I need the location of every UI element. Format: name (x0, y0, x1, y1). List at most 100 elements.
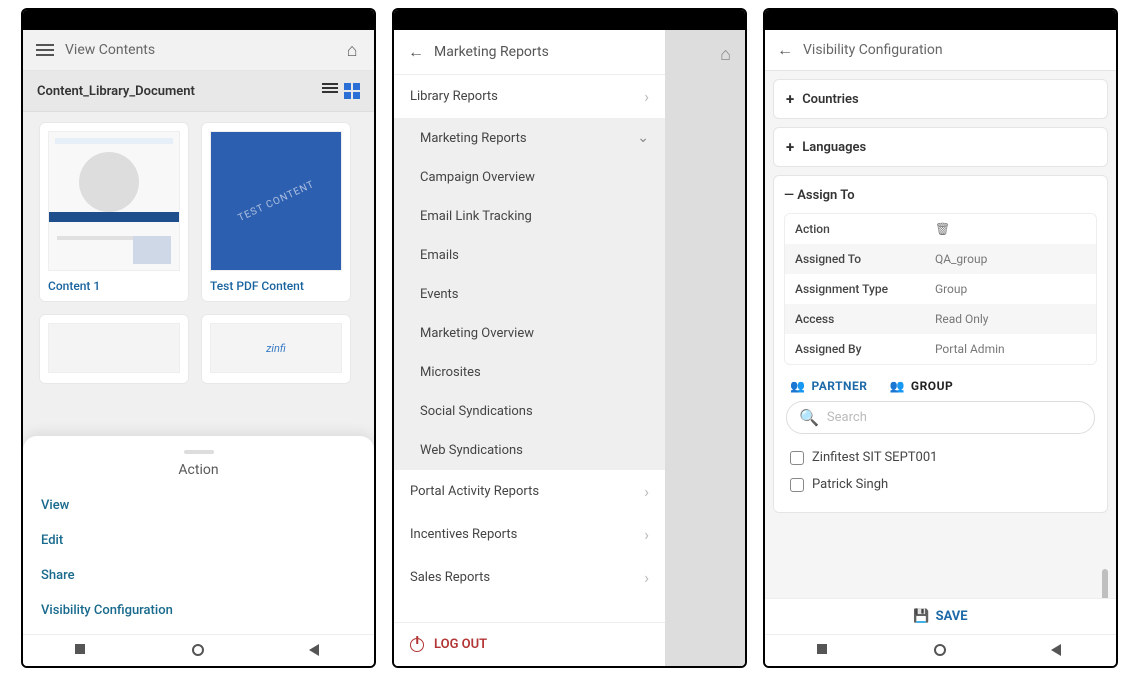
table-row: Assigned ByPortal Admin (785, 334, 1096, 364)
row-label: Assigned To (785, 244, 925, 274)
menu-item-microsites[interactable]: Microsites (394, 353, 665, 392)
search-placeholder: Search (827, 410, 867, 425)
nav-drawer: Marketing Reports Library Reports Market… (394, 30, 665, 666)
tab-partner[interactable]: 👥PARTNER (790, 379, 867, 393)
section-title: Content_Library_Document (37, 84, 195, 99)
status-bar (394, 10, 745, 30)
search-input[interactable]: 🔍 Search (786, 401, 1095, 434)
card-thumbnail: zinfi (210, 323, 342, 373)
nav-home[interactable] (934, 644, 948, 658)
android-navbar (765, 634, 1116, 666)
delete-icon[interactable]: 🗑 (925, 214, 1096, 244)
card-caption: Test PDF Content (210, 279, 342, 293)
sheet-grabber[interactable] (184, 450, 214, 454)
table-row: Assignment TypeGroup (785, 274, 1096, 304)
menu-item-campaign-overview[interactable]: Campaign Overview (394, 158, 665, 197)
card-thumbnail: TEST CONTENT (210, 131, 342, 271)
header: View Contents (23, 30, 374, 71)
save-button[interactable]: 💾 SAVE (765, 598, 1116, 634)
logout-label: LOG OUT (434, 637, 487, 652)
grid-view-icon[interactable] (344, 83, 360, 99)
list-item[interactable]: Zinfitest SIT SEPT001 (790, 444, 1091, 471)
card-thumbnail (48, 131, 180, 271)
table-row: Assigned ToQA_group (785, 244, 1096, 274)
content-card[interactable] (39, 314, 189, 384)
page-title: View Contents (55, 42, 342, 58)
cards-grid: Content 1 TEST CONTENT Test PDF Content … (23, 112, 374, 394)
content-card[interactable]: zinfi (201, 314, 351, 384)
content-card[interactable]: Content 1 (39, 122, 189, 302)
table-row: AccessRead Only (785, 304, 1096, 334)
partner-name: Zinfitest SIT SEPT001 (812, 450, 937, 465)
status-bar (765, 10, 1116, 30)
menu-button[interactable] (35, 40, 55, 60)
section-header: Content_Library_Document (23, 71, 374, 112)
drawer-title: Marketing Reports (434, 44, 549, 60)
sheet-item-visibility[interactable]: Visibility Configuration (41, 593, 356, 628)
phone-visibility-config: Visibility Configuration +Countries +Lan… (763, 8, 1118, 668)
back-icon[interactable] (408, 42, 424, 62)
drawer-body: Marketing Reports Library Reports Market… (394, 30, 745, 666)
menu-item-incentives-reports[interactable]: Incentives Reports (394, 513, 665, 556)
accordion-languages[interactable]: +Languages (773, 127, 1108, 167)
content-body: Content_Library_Document Content 1 TEST … (23, 71, 374, 634)
menu-item-email-link-tracking[interactable]: Email Link Tracking (394, 197, 665, 236)
group-icon: 👥 (889, 379, 904, 393)
config-body: +Countries +Languages — Assign To Action… (765, 71, 1116, 598)
card-caption: Content 1 (48, 279, 180, 293)
accordion-countries[interactable]: +Countries (773, 79, 1108, 119)
phone-view-contents: View Contents Content_Library_Document C… (21, 8, 376, 668)
sheet-title: Action (41, 462, 356, 478)
assign-table: Action🗑 Assigned ToQA_group Assignment T… (784, 213, 1097, 365)
row-label: Assignment Type (785, 274, 925, 304)
list-item[interactable]: Patrick Singh (790, 471, 1091, 498)
action-sheet: Action View Edit Share Visibility Config… (23, 436, 374, 634)
minus-icon: — (784, 188, 794, 203)
nav-recent[interactable] (75, 644, 89, 658)
menu-item-portal-activity-reports[interactable]: Portal Activity Reports (394, 470, 665, 513)
nav-back[interactable] (309, 644, 323, 658)
menu-item-marketing-reports[interactable]: Marketing Reports (394, 118, 665, 158)
nav-home[interactable] (192, 644, 206, 658)
sheet-item-view[interactable]: View (41, 488, 356, 523)
card-thumbnail (48, 323, 180, 373)
menu-item-marketing-overview[interactable]: Marketing Overview (394, 314, 665, 353)
partner-group-tabs: 👥PARTNER 👥GROUP (784, 379, 1097, 393)
checkbox[interactable] (790, 478, 804, 492)
row-value: QA_group (925, 244, 1096, 274)
partner-name: Patrick Singh (812, 477, 888, 492)
logout-button[interactable]: LOG OUT (394, 622, 665, 666)
home-icon[interactable] (342, 40, 362, 60)
accordion-assign-to: — Assign To Action🗑 Assigned ToQA_group … (773, 175, 1108, 513)
content-card[interactable]: TEST CONTENT Test PDF Content (201, 122, 351, 302)
row-label: Access (785, 304, 925, 334)
tab-group[interactable]: 👥GROUP (889, 379, 953, 393)
plus-icon: + (786, 138, 794, 156)
android-navbar (23, 634, 374, 666)
row-value: Read Only (925, 304, 1096, 334)
page-title: Visibility Configuration (793, 42, 1104, 58)
sheet-item-share[interactable]: Share (41, 558, 356, 593)
scrollbar[interactable] (1102, 569, 1108, 598)
home-icon[interactable] (720, 44, 731, 65)
menu-item-sales-reports[interactable]: Sales Reports (394, 556, 665, 599)
nav-recent[interactable] (817, 644, 831, 658)
partner-icon: 👥 (790, 379, 805, 393)
checkbox[interactable] (790, 451, 804, 465)
menu-item-emails[interactable]: Emails (394, 236, 665, 275)
menu-item-events[interactable]: Events (394, 275, 665, 314)
menu-item-library-reports[interactable]: Library Reports (394, 75, 665, 118)
nav-back[interactable] (1051, 644, 1065, 658)
menu-item-web-syndications[interactable]: Web Syndications (394, 431, 665, 470)
assign-to-header[interactable]: — Assign To (784, 184, 1097, 213)
nav-menu: Library Reports Marketing Reports Campai… (394, 75, 665, 622)
table-row: Action🗑 (785, 214, 1096, 244)
drawer-header: Marketing Reports (394, 30, 665, 75)
save-icon: 💾 (913, 609, 929, 624)
row-value: Group (925, 274, 1096, 304)
view-mode-toggle (322, 83, 360, 99)
menu-item-social-syndications[interactable]: Social Syndications (394, 392, 665, 431)
sheet-item-edit[interactable]: Edit (41, 523, 356, 558)
list-view-icon[interactable] (322, 83, 338, 99)
back-icon[interactable] (777, 40, 793, 60)
